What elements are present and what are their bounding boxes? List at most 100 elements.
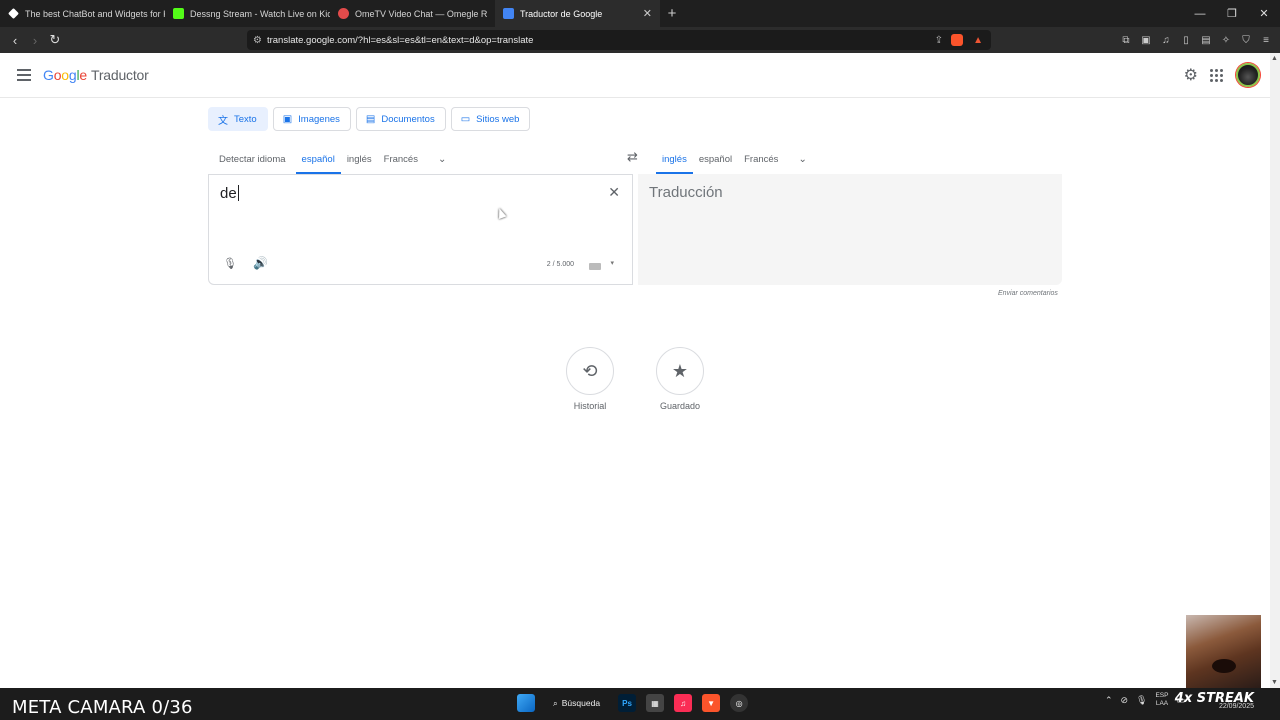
new-tab-button[interactable]: + bbox=[660, 0, 684, 27]
logo-letter: o bbox=[61, 67, 69, 83]
address-bar[interactable]: ⚙ translate.google.com/?hl=es&sl=es&tl=e… bbox=[247, 30, 991, 50]
brave-rewards-icon[interactable]: ▲ bbox=[973, 35, 983, 46]
scroll-down-icon[interactable]: ▼ bbox=[1271, 679, 1278, 686]
brave-shields-icon[interactable] bbox=[951, 34, 963, 46]
mode-text-button[interactable]: 文 Texto bbox=[208, 107, 268, 131]
google-translate-logo[interactable]: Google Traductor bbox=[43, 67, 149, 83]
taskbar-date: 22/09/2025 bbox=[1218, 703, 1254, 710]
mic-tray-icon[interactable]: 🎙 bbox=[1136, 695, 1147, 706]
extensions-icon[interactable]: ⧉ bbox=[1118, 30, 1134, 50]
saved-label: Guardado bbox=[659, 401, 701, 411]
mode-documents-button[interactable]: ▤ Documentos bbox=[355, 107, 446, 131]
url-text: translate.google.com/?hl=es&sl=es&tl=en&… bbox=[266, 34, 534, 46]
scroll-up-icon[interactable]: ▲ bbox=[1271, 55, 1278, 62]
tab-favicon bbox=[8, 8, 19, 19]
history-icon: ⟲ bbox=[566, 347, 614, 395]
reload-icon[interactable]: ↻ bbox=[45, 32, 65, 48]
wallet-icon[interactable]: ▤ bbox=[1198, 30, 1214, 50]
browser-tab-kick[interactable]: Dessng Stream - Watch Live on Kick bbox=[165, 0, 330, 27]
input-language[interactable]: ESP LAA bbox=[1155, 692, 1168, 708]
source-lang-french[interactable]: Francés bbox=[378, 144, 424, 174]
target-language-bar: inglés español Francés ⌄ bbox=[656, 144, 807, 174]
history-label: Historial bbox=[573, 401, 607, 411]
stream-overlay-text: META CAMARA 0/36 bbox=[12, 697, 193, 718]
tab-strip: The best ChatBot and Widgets for Kic Des… bbox=[0, 0, 1280, 27]
maximize-button[interactable]: ❐ bbox=[1216, 0, 1248, 27]
photoshop-icon[interactable]: Ps bbox=[618, 694, 637, 712]
brave-browser-icon[interactable]: ▼ bbox=[702, 694, 721, 712]
keyboard-dropdown-icon[interactable]: ▾ bbox=[610, 259, 614, 267]
search-label: Búsqueda bbox=[561, 698, 601, 708]
page-scrollbar[interactable]: ▲ ▼ bbox=[1270, 53, 1280, 688]
history-button[interactable]: ⟲ Historial bbox=[560, 347, 620, 411]
forward-icon[interactable]: › bbox=[25, 33, 45, 48]
browser-tab-ometv[interactable]: OmeTV Video Chat — Omegle R bbox=[330, 0, 495, 27]
translation-placeholder: Traducción bbox=[649, 184, 723, 201]
header-actions: ⚙ bbox=[1184, 63, 1260, 87]
screenshot-icon[interactable]: ▣ bbox=[1138, 30, 1154, 50]
mode-websites-button[interactable]: ▭ Sitios web bbox=[450, 107, 531, 131]
mode-images-button[interactable]: ▣ Imagenes bbox=[272, 107, 351, 131]
menu-icon[interactable]: ≡ bbox=[1258, 30, 1274, 50]
back-icon[interactable]: ‹ bbox=[5, 33, 25, 48]
source-lang-english[interactable]: inglés bbox=[341, 144, 378, 174]
swap-languages-icon[interactable]: ⇄ bbox=[627, 149, 638, 165]
clear-text-icon[interactable]: ✕ bbox=[608, 184, 620, 201]
target-lang-spanish[interactable]: español bbox=[693, 144, 738, 174]
kick-icon bbox=[173, 8, 184, 19]
music-app-icon[interactable]: ♫ bbox=[674, 694, 693, 712]
close-tab-icon[interactable]: ✕ bbox=[643, 7, 652, 20]
site-info-icon[interactable]: ⚙ bbox=[253, 35, 262, 46]
mode-label: Imagenes bbox=[298, 113, 340, 125]
tab-title: OmeTV Video Chat — Omegle R bbox=[355, 8, 488, 19]
extensions-area: ⧉ ▣ ♫ ▯ ▤ ✧ ⛉ ≡ bbox=[1118, 30, 1274, 50]
page-header: Google Traductor ⚙ bbox=[0, 53, 1270, 98]
source-text-wrap: de bbox=[220, 185, 239, 202]
network-off-icon[interactable]: ⊘ bbox=[1120, 695, 1128, 706]
logo-letter: G bbox=[43, 67, 54, 83]
send-feedback-link[interactable]: Enviar comentarios bbox=[998, 290, 1058, 297]
account-avatar[interactable] bbox=[1236, 63, 1260, 87]
vpn-icon[interactable]: ⛉ bbox=[1238, 30, 1254, 50]
google-translate-icon bbox=[503, 8, 514, 19]
target-lang-english[interactable]: inglés bbox=[656, 144, 693, 174]
source-text-area[interactable]: de ✕ 🎙 🔊 2 / 5.000 ▾ bbox=[208, 174, 633, 285]
image-icon: ▣ bbox=[282, 113, 293, 125]
keyboard-icon[interactable] bbox=[589, 263, 601, 270]
settings-icon[interactable]: ⚙ bbox=[1184, 65, 1198, 85]
system-tray: ⌃ ⊘ 🎙 ESP LAA ▭ bbox=[1105, 692, 1185, 708]
apps-grid-icon[interactable] bbox=[1210, 68, 1224, 82]
main-menu-icon[interactable] bbox=[17, 69, 31, 84]
tab-title: The best ChatBot and Widgets for Kic bbox=[25, 8, 165, 19]
translate-icon: 文 bbox=[218, 115, 228, 127]
taskbar-search[interactable]: ⌕ Búsqueda bbox=[545, 692, 608, 714]
document-icon: ▤ bbox=[365, 113, 376, 125]
windows-start-icon[interactable] bbox=[517, 694, 535, 712]
sidebar-icon[interactable]: ▯ bbox=[1178, 30, 1194, 50]
browser-tab-chatbot[interactable]: The best ChatBot and Widgets for Kic bbox=[0, 0, 165, 27]
microsoft-store-icon[interactable]: ▦ bbox=[646, 694, 665, 712]
microphone-icon[interactable]: 🎙 bbox=[223, 257, 237, 270]
chevron-down-icon[interactable]: ⌄ bbox=[438, 154, 446, 165]
window-controls: — ❐ ✕ bbox=[1184, 0, 1280, 27]
chevron-down-icon[interactable]: ⌄ bbox=[798, 154, 806, 165]
speaker-icon[interactable]: 🔊 bbox=[253, 256, 268, 270]
lang-layout: LAA bbox=[1155, 700, 1169, 707]
ometv-icon bbox=[338, 8, 349, 19]
obs-icon[interactable]: ◎ bbox=[730, 694, 749, 712]
browser-toolbar: ‹ › ↻ ⎕ ⚙ translate.google.com/?hl=es&sl… bbox=[0, 27, 1280, 53]
saved-button[interactable]: ★ Guardado bbox=[650, 347, 710, 411]
music-icon[interactable]: ♫ bbox=[1158, 30, 1174, 50]
web-icon: ▭ bbox=[460, 113, 471, 125]
share-icon[interactable]: ⇪ bbox=[935, 35, 943, 46]
tray-chevron-icon[interactable]: ⌃ bbox=[1105, 695, 1113, 706]
source-lang-detect[interactable]: Detectar idioma bbox=[213, 144, 292, 174]
browser-tab-translate[interactable]: Traductor de Google ✕ bbox=[495, 0, 660, 27]
leo-ai-icon[interactable]: ✧ bbox=[1218, 30, 1234, 50]
minimize-button[interactable]: — bbox=[1184, 0, 1216, 27]
character-count: 2 / 5.000 bbox=[546, 261, 574, 268]
product-name: Traductor bbox=[91, 67, 149, 83]
source-lang-spanish[interactable]: español bbox=[295, 144, 342, 174]
close-window-button[interactable]: ✕ bbox=[1248, 0, 1280, 27]
target-lang-french[interactable]: Francés bbox=[738, 144, 784, 174]
